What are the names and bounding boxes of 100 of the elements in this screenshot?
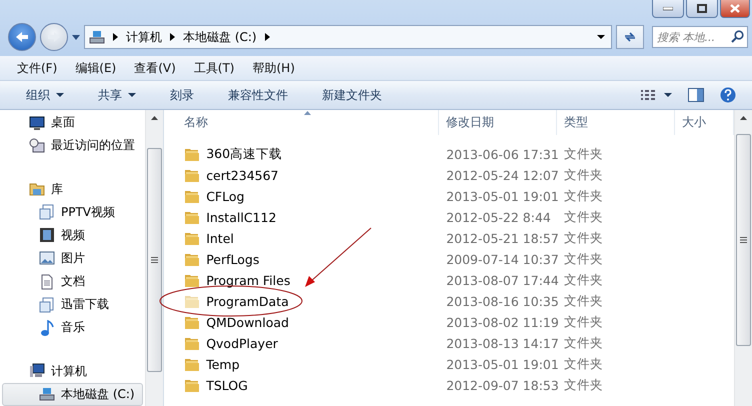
menu-item[interactable]: 帮助(H)	[244, 60, 304, 76]
nav-tree-item[interactable]: PPTV视频	[2, 200, 144, 224]
toolbar-button[interactable]: 组织	[16, 86, 74, 104]
recent-places-icon	[29, 138, 45, 154]
date-cell-text: 2012-05-24 12:07	[445, 168, 558, 183]
minimize-button[interactable]	[652, 0, 684, 18]
history-caret-icon[interactable]	[72, 34, 80, 40]
back-arrow-icon	[15, 31, 29, 43]
scroll-up-icon[interactable]	[151, 116, 158, 120]
type-cell-text: 文件夹	[563, 188, 604, 205]
nav-tree-item[interactable]: 视频	[2, 224, 144, 247]
annotation-arrow	[305, 228, 372, 287]
file-name-cell[interactable]: InstallC112	[164, 210, 440, 225]
minimize-icon	[663, 6, 673, 10]
breadcrumb-item[interactable]: 本地磁盘 (C:)	[183, 28, 257, 46]
library-icon	[39, 204, 55, 220]
close-icon	[730, 4, 740, 13]
nav-tree-item[interactable]: 最近访问的位置	[2, 134, 144, 158]
search-icon	[731, 30, 744, 43]
folder-icon	[184, 231, 200, 246]
date-cell-text: 2013-05-01 19:01	[445, 189, 558, 204]
date-cell-text: 2012-09-07 18:53	[445, 378, 558, 393]
menu-item[interactable]: 编辑(E)	[66, 60, 126, 76]
nav-tree-item[interactable]: 库	[2, 178, 144, 201]
folder-icon	[184, 357, 200, 372]
nav-tree-item[interactable]: 图片	[2, 246, 144, 270]
library-icon	[39, 296, 55, 313]
refresh-button[interactable]	[616, 25, 644, 49]
picture-icon	[39, 250, 55, 266]
toolbar-button[interactable]: 共享	[88, 86, 146, 104]
toolbar-button[interactable]: 兼容性文件	[218, 86, 298, 104]
file-name-cell[interactable]: cert234567	[164, 168, 440, 183]
date-cell-text: 2012-05-21 18:57	[445, 231, 558, 246]
folder-icon	[184, 147, 200, 162]
file-name-cell[interactable]: Program Files	[164, 273, 440, 288]
menu-item[interactable]: 查看(V)	[125, 60, 185, 76]
breadcrumb-item[interactable]: 计算机	[126, 28, 162, 46]
file-name-cell[interactable]: Temp	[164, 357, 440, 372]
type-cell-text: 文件夹	[563, 167, 604, 184]
column-header[interactable]: 类型	[557, 110, 676, 135]
date-cell-text: 2013-05-01 19:01	[445, 357, 558, 372]
type-cell-text: 文件夹	[563, 335, 604, 352]
type-cell-text: 文件夹	[563, 209, 604, 226]
toolbar-button[interactable]: 新建文件夹	[312, 86, 392, 104]
file-name-cell[interactable]: QMDownload	[164, 315, 440, 330]
date-cell-text: 2013-08-16 10:35	[445, 294, 558, 309]
caret-icon	[56, 93, 64, 97]
maximize-button[interactable]	[686, 0, 718, 18]
document-icon	[39, 274, 55, 290]
type-cell-text: 文件夹	[563, 272, 604, 289]
drive-icon	[89, 29, 105, 45]
caret-icon	[664, 93, 672, 97]
folder-icon	[184, 252, 200, 267]
type-cell-text: 文件夹	[563, 314, 604, 331]
file-name-cell[interactable]: QvodPlayer	[164, 336, 440, 351]
column-header[interactable]: 修改日期	[439, 110, 558, 135]
breadcrumb-arrow-icon	[170, 33, 175, 41]
close-button[interactable]	[720, 0, 750, 18]
date-cell-text: 2013-08-13 14:17	[445, 336, 558, 351]
search-field[interactable]: 搜索 本地...	[652, 26, 748, 48]
type-cell-text: 文件夹	[563, 356, 604, 373]
help-icon	[720, 87, 736, 103]
file-list-scrollbar[interactable]	[734, 110, 752, 406]
library-folder-icon	[29, 181, 45, 198]
preview-pane-icon	[688, 88, 704, 102]
nav-tree-item[interactable]: 桌面	[2, 111, 144, 134]
address-bar[interactable]: 计算机 本地磁盘 (C:)	[84, 25, 612, 49]
file-name-cell[interactable]: CFLog	[164, 189, 440, 204]
type-cell-text: 文件夹	[563, 146, 604, 163]
forward-button[interactable]	[40, 23, 68, 51]
file-name-cell[interactable]: TSLOG	[164, 378, 440, 393]
nav-scrollbar[interactable]	[145, 110, 164, 406]
folder-icon	[184, 315, 200, 330]
breadcrumb-arrow-icon	[264, 33, 270, 41]
back-button[interactable]	[8, 23, 36, 51]
list-view-icon	[640, 89, 656, 101]
computer-icon	[29, 363, 45, 380]
folder-icon	[184, 294, 200, 309]
maximize-icon	[697, 4, 707, 13]
folder-icon	[184, 378, 200, 393]
folder-icon	[184, 273, 200, 288]
music-note-icon	[39, 320, 55, 336]
folder-icon	[184, 210, 200, 225]
file-name-cell[interactable]: 360高速下载	[164, 146, 440, 163]
file-name-cell[interactable]: PerfLogs	[164, 252, 440, 267]
nav-tree-item[interactable]: 计算机	[2, 360, 144, 383]
dropdown-caret-icon[interactable]	[597, 35, 605, 39]
nav-tree-item[interactable]: 音乐	[2, 316, 144, 340]
menu-item[interactable]: 文件(F)	[8, 60, 66, 76]
nav-tree-item[interactable]: 迅雷下载	[2, 293, 144, 316]
type-cell-text: 文件夹	[563, 251, 604, 268]
scroll-grip-icon	[740, 237, 748, 243]
toolbar-button[interactable]: 刻录	[160, 86, 204, 104]
file-name-cell[interactable]: ProgramData	[164, 294, 440, 309]
date-cell-text: 2013-08-02 11:19	[445, 315, 558, 330]
menu-item[interactable]: 工具(T)	[184, 60, 244, 76]
scroll-up-icon[interactable]	[740, 116, 748, 120]
nav-tree-item[interactable]: 文档	[2, 270, 144, 294]
nav-tree-item[interactable]: 本地磁盘 (C:)	[2, 382, 144, 406]
file-name-cell[interactable]: Intel	[164, 231, 440, 246]
